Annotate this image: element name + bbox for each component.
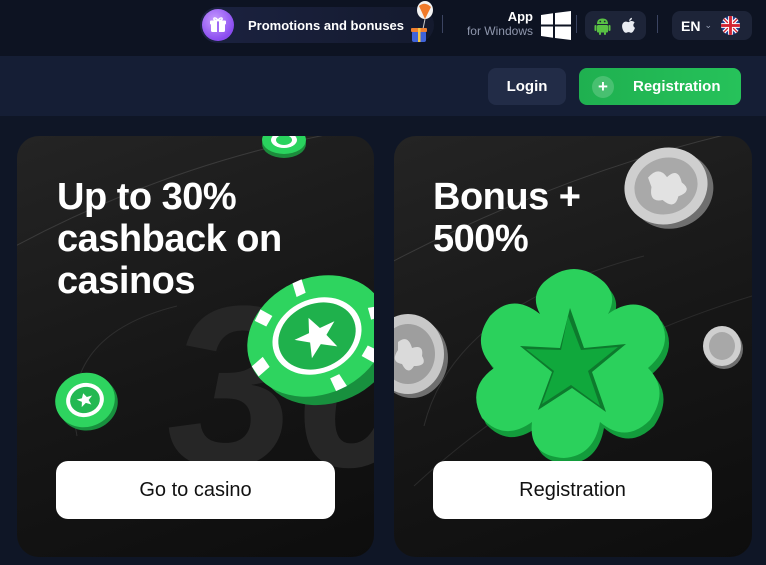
- registration-button[interactable]: + Registration: [579, 68, 741, 105]
- registration-label: Registration: [633, 78, 721, 95]
- mobile-apps: [585, 11, 646, 40]
- app-download[interactable]: App for Windows: [455, 9, 533, 39]
- title-line: cashback on: [57, 218, 282, 260]
- go-to-casino-button[interactable]: Go to casino: [56, 461, 335, 519]
- divider: [657, 15, 658, 33]
- top-bar: Promotions and bonuses App for Windows E…: [0, 0, 766, 56]
- language-selector[interactable]: EN ⌄: [672, 11, 752, 40]
- gift-icon: [202, 9, 234, 41]
- windows-icon[interactable]: [540, 11, 572, 40]
- android-icon[interactable]: [594, 17, 611, 35]
- divider: [442, 15, 443, 33]
- promotions-link[interactable]: Promotions and bonuses: [200, 1, 434, 43]
- card-title: Up to 30% cashback on casinos: [57, 176, 282, 302]
- login-button[interactable]: Login: [488, 68, 566, 105]
- plus-icon: +: [592, 75, 614, 98]
- card-title: Bonus + 500%: [433, 176, 581, 260]
- language-label: EN: [681, 17, 701, 34]
- apple-icon[interactable]: [621, 17, 637, 35]
- chevron-down-icon: ⌄: [704, 20, 712, 30]
- bonus-card[interactable]: Bonus + 500% Registration: [394, 136, 752, 557]
- balloon-gift-icon: [411, 1, 433, 42]
- promotions-label: Promotions and bonuses: [248, 17, 405, 33]
- title-line: casinos: [57, 260, 196, 302]
- title-line: 500%: [433, 218, 529, 260]
- registration-card-button[interactable]: Registration: [433, 461, 712, 519]
- title-line: Bonus +: [433, 176, 581, 218]
- uk-flag-icon: [721, 16, 740, 35]
- title-line: Up to 30%: [57, 176, 237, 218]
- divider: [576, 15, 577, 33]
- app-subtitle: for Windows: [466, 24, 533, 38]
- app-title: App: [507, 9, 533, 24]
- casino-cashback-card[interactable]: 30 Up: [17, 136, 374, 557]
- site-header: Login + Registration: [0, 56, 766, 116]
